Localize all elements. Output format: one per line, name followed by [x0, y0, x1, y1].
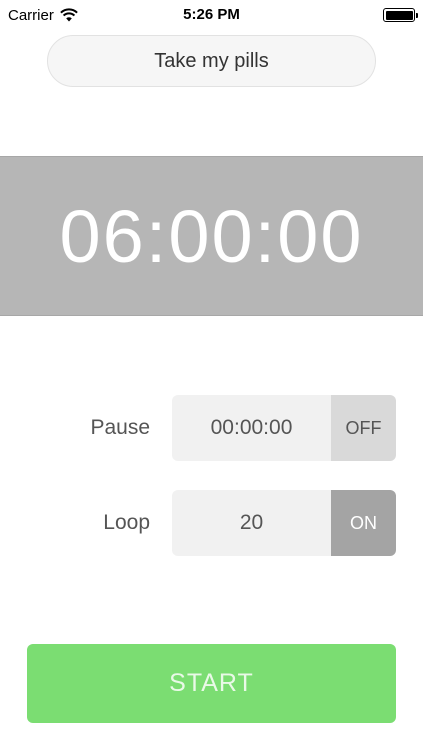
pause-toggle-button[interactable]: OFF	[331, 395, 396, 461]
start-button[interactable]: START	[27, 644, 396, 723]
timer-title-input[interactable]: Take my pills	[47, 35, 376, 87]
loop-setting-row: Loop 20 ON	[0, 490, 423, 556]
timer-display: 06:00:00	[59, 194, 364, 278]
pause-label: Pause	[90, 416, 150, 439]
pause-setting-row: Pause 00:00:00 OFF	[0, 395, 423, 461]
status-bar: Carrier	[0, 0, 423, 30]
wifi-icon	[60, 8, 78, 22]
status-left: Carrier	[8, 7, 78, 24]
battery-level	[385, 10, 413, 20]
loop-count-field[interactable]: 20	[172, 490, 331, 556]
app-screen: Carrier 5:26 PM Take my pills 06:00:00 P…	[0, 0, 423, 750]
loop-label: Loop	[103, 511, 150, 534]
timer-display-panel[interactable]: 06:00:00	[0, 156, 423, 316]
carrier-label: Carrier	[8, 6, 54, 24]
loop-toggle-button[interactable]: ON	[331, 490, 396, 556]
pause-duration-field[interactable]: 00:00:00	[172, 395, 331, 461]
battery-full-icon	[383, 8, 418, 22]
